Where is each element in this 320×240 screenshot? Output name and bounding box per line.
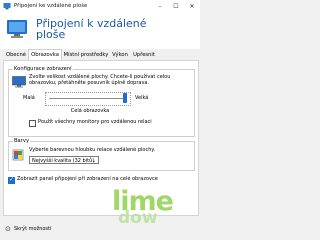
color-depth-value: Nejvyšší kvalita (32 bitů) [32, 158, 95, 164]
tab-advanced[interactable]: Upřesnit [131, 51, 157, 60]
tab-strip: Obecné Obrazovka Místní prostředky Výkon… [0, 49, 200, 62]
slider-min-label: Malá [23, 95, 35, 101]
header-title-line2: ploše [36, 28, 66, 41]
remote-desktop-app-icon [3, 3, 11, 10]
colors-title: Barvy [13, 138, 31, 145]
header-banner: Připojení k vzdálené ploše [0, 13, 200, 49]
tab-performance[interactable]: Výkon [110, 51, 130, 60]
footer-bar: ⊙ Skrýt možnosti [0, 216, 200, 238]
header-title: Připojení k vzdálené ploše [36, 18, 147, 40]
display-config-title: Konfigurace zobrazení [13, 66, 73, 73]
color-depth-dropdown[interactable]: Nejvyšší kvalita (32 bitů) ⌄ [29, 156, 99, 164]
display-size-slider[interactable] [123, 93, 127, 103]
remote-desktop-window: Připojení ke vzdálené ploše – ☐ ✕ Připoj… [0, 0, 200, 238]
use-all-monitors-label[interactable]: Použít všechny monitory pro vzdálenou re… [38, 119, 152, 125]
minimize-icon: – [158, 3, 162, 10]
title-bar: Připojení ke vzdálené ploše – ☐ ✕ [0, 0, 200, 14]
watermark-line2: dow [118, 208, 158, 228]
show-connection-bar-label[interactable]: Zobrazit panel připojení při zobrazení n… [17, 176, 158, 182]
close-button[interactable]: ✕ [184, 0, 200, 13]
color-palette-icon [12, 149, 24, 161]
display-config-group: Konfigurace zobrazení Zvolte velikost vz… [8, 66, 195, 137]
maximize-icon: ☐ [173, 3, 179, 10]
show-connection-bar-checkbox[interactable] [8, 176, 15, 184]
close-icon: ✕ [189, 3, 195, 10]
monitor-icon [12, 76, 26, 88]
colors-group: Barvy Vyberte barevnou hloubku relace vz… [8, 138, 195, 171]
slider-max-label: Velká [135, 95, 149, 101]
slider-focus-box [45, 92, 131, 106]
use-all-monitors-checkbox[interactable] [29, 120, 36, 127]
lime-downloads-watermark: lime dow [112, 188, 174, 227]
minimize-button[interactable]: – [152, 0, 168, 13]
hide-options-link[interactable]: Skrýt možnosti [14, 226, 51, 232]
tab-local-resources[interactable]: Místní prostředky [62, 51, 110, 60]
tab-general[interactable]: Obecné [4, 51, 28, 60]
chevron-down-icon: ⌄ [91, 158, 96, 164]
collapse-options-icon[interactable]: ⊙ [5, 225, 11, 233]
slider-value-label: Celá obrazovka [70, 108, 110, 114]
remote-desktop-logo-icon [7, 20, 27, 38]
maximize-button[interactable]: ☐ [168, 0, 184, 13]
colors-description: Vyberte barevnou hloubku relace vzdálené… [29, 147, 156, 153]
window-title: Připojení ke vzdálené ploše [14, 3, 88, 9]
display-config-description: Zvolte velikost vzdálené plochy. Chcete-… [29, 74, 171, 86]
display-size-slider-track [49, 98, 125, 99]
